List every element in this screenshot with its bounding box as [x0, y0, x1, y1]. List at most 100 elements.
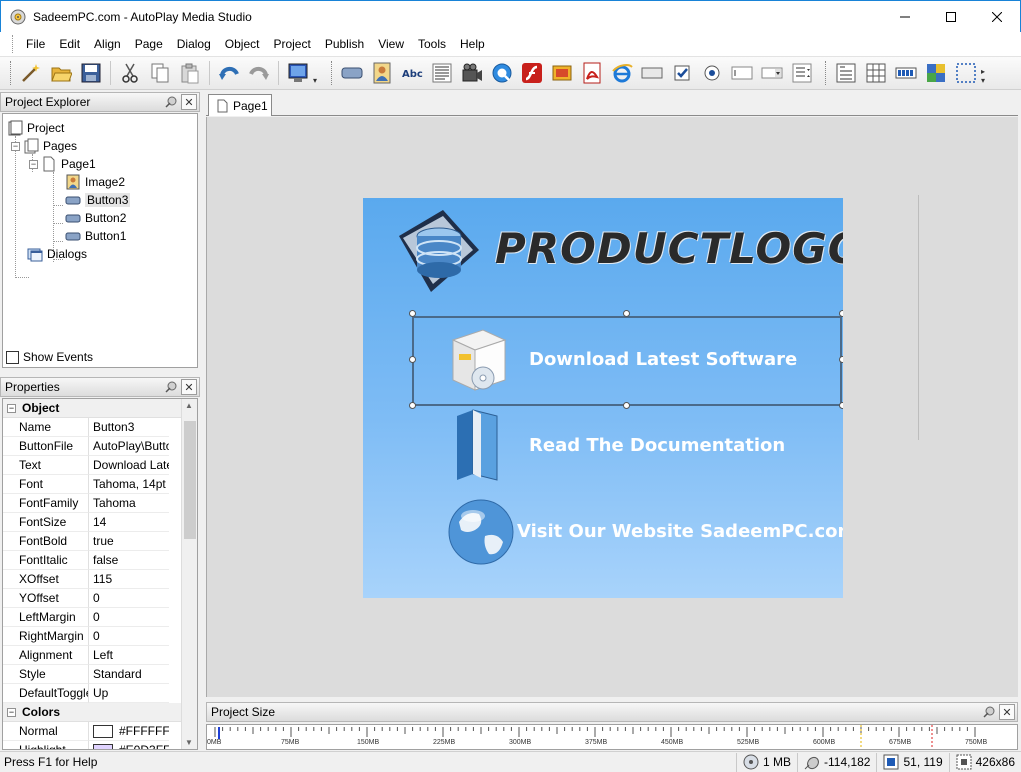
- button3-label[interactable]: Download Latest Software: [529, 349, 797, 370]
- scroll-up-icon[interactable]: ▲: [185, 401, 193, 410]
- menu-dialog[interactable]: Dialog: [170, 32, 218, 56]
- add-tree-object[interactable]: [787, 59, 817, 87]
- property-value[interactable]: 0: [89, 608, 169, 627]
- globe-icon[interactable]: [445, 496, 521, 570]
- add-table-object[interactable]: [861, 59, 891, 87]
- menu-help[interactable]: Help: [453, 32, 492, 56]
- add-color-object[interactable]: [921, 59, 951, 87]
- minimize-button[interactable]: [882, 1, 928, 32]
- toolbar-grip[interactable]: [331, 61, 334, 85]
- property-value[interactable]: Up: [89, 684, 169, 703]
- tree-node-image2[interactable]: Image2: [65, 173, 125, 191]
- save-button[interactable]: [76, 59, 106, 87]
- tree-node-dialogs[interactable]: Dialogs: [27, 245, 87, 263]
- menu-object[interactable]: Object: [218, 32, 267, 56]
- cut-button[interactable]: [115, 59, 145, 87]
- pin-icon[interactable]: [163, 379, 179, 395]
- page1-canvas[interactable]: PRODUCTLOGO Download Latest Software Rea…: [363, 198, 843, 598]
- preview-button[interactable]: [283, 59, 313, 87]
- collapse-toggle[interactable]: −: [11, 141, 20, 151]
- add-label-object[interactable]: Abc: [397, 59, 427, 87]
- tree-node-button3[interactable]: Button3: [65, 191, 131, 209]
- property-row[interactable]: Style Standard: [3, 665, 197, 684]
- property-value[interactable]: AutoPlay\Butto: [89, 437, 169, 456]
- add-flash-object[interactable]: [517, 59, 547, 87]
- property-value[interactable]: Standard: [89, 665, 169, 684]
- toolbar-grip[interactable]: [10, 61, 13, 85]
- tree-node-pages[interactable]: − Pages: [11, 137, 77, 155]
- menu-file[interactable]: File: [19, 32, 52, 56]
- property-value[interactable]: Download Late: [89, 456, 169, 475]
- property-row[interactable]: YOffset 0: [3, 589, 197, 608]
- menu-project[interactable]: Project: [266, 32, 317, 56]
- property-row[interactable]: Alignment Left: [3, 646, 197, 665]
- documentation-book-icon[interactable]: [451, 408, 507, 484]
- category-object[interactable]: − Object: [3, 399, 197, 418]
- tree-node-button1[interactable]: Button1: [65, 227, 126, 245]
- toolbar-overflow-arrow[interactable]: ▾: [313, 76, 323, 85]
- project-explorer-close-button[interactable]: ✕: [181, 94, 197, 110]
- property-value[interactable]: true: [89, 532, 169, 551]
- property-row[interactable]: ButtonFile AutoPlay\Butto: [3, 437, 197, 456]
- add-checkbox-object[interactable]: [667, 59, 697, 87]
- menu-align[interactable]: Align: [87, 32, 128, 56]
- properties-close-button[interactable]: ✕: [181, 379, 197, 395]
- property-row[interactable]: FontSize 14: [3, 513, 197, 532]
- pin-icon[interactable]: [981, 704, 997, 720]
- properties-scrollbar[interactable]: ▲ ▼: [181, 399, 197, 749]
- menu-page[interactable]: Page: [128, 32, 170, 56]
- resize-handle[interactable]: [839, 310, 843, 317]
- select-tool-button[interactable]: [951, 59, 981, 87]
- add-video-object[interactable]: [457, 59, 487, 87]
- menu-publish[interactable]: Publish: [318, 32, 371, 56]
- close-button[interactable]: [974, 1, 1020, 32]
- show-events-checkbox[interactable]: [6, 350, 19, 364]
- button2-label[interactable]: Read The Documentation: [529, 435, 785, 456]
- toolbar-overflow-arrow[interactable]: ▸ ▾: [981, 67, 991, 85]
- property-row[interactable]: Font Tahoma, 14pt: [3, 475, 197, 494]
- property-value[interactable]: #E0D3FF: [89, 741, 169, 749]
- resize-handle[interactable]: [409, 402, 416, 409]
- tree-node-button2[interactable]: Button2: [65, 209, 126, 227]
- property-value[interactable]: Left: [89, 646, 169, 665]
- property-value[interactable]: 115: [89, 570, 169, 589]
- property-value[interactable]: false: [89, 551, 169, 570]
- resize-handle[interactable]: [839, 402, 843, 409]
- property-value[interactable]: 0: [89, 627, 169, 646]
- property-value[interactable]: #FFFFFF: [89, 722, 169, 741]
- property-value[interactable]: Tahoma, 14pt: [89, 475, 169, 494]
- resize-handle[interactable]: [623, 310, 630, 317]
- property-row[interactable]: Normal #FFFFFF: [3, 722, 197, 741]
- menu-edit[interactable]: Edit: [52, 32, 87, 56]
- property-row[interactable]: FontItalic false: [3, 551, 197, 570]
- tree-node-project[interactable]: Project: [7, 119, 64, 137]
- property-row[interactable]: XOffset 115: [3, 570, 197, 589]
- software-box-icon[interactable]: [443, 320, 515, 398]
- property-row[interactable]: RightMargin 0: [3, 627, 197, 646]
- property-row[interactable]: FontFamily Tahoma: [3, 494, 197, 513]
- add-web-object[interactable]: [607, 59, 637, 87]
- property-value[interactable]: 14: [89, 513, 169, 532]
- database-logo-image[interactable]: [391, 206, 491, 296]
- add-quicktime-object[interactable]: [487, 59, 517, 87]
- toolbar-grip[interactable]: [825, 61, 828, 85]
- property-value[interactable]: Button3: [89, 418, 169, 437]
- new-project-wizard-button[interactable]: [16, 59, 46, 87]
- design-canvas[interactable]: PRODUCTLOGO Download Latest Software Rea…: [206, 117, 1018, 697]
- collapse-toggle[interactable]: −: [7, 707, 16, 717]
- menu-grip[interactable]: [12, 35, 15, 53]
- collapse-toggle[interactable]: −: [29, 159, 38, 169]
- resize-handle[interactable]: [839, 356, 843, 363]
- add-pdf-object[interactable]: [577, 59, 607, 87]
- resize-handle[interactable]: [623, 402, 630, 409]
- property-value[interactable]: 0: [89, 589, 169, 608]
- add-listbox-object[interactable]: [727, 59, 757, 87]
- add-input-object[interactable]: [637, 59, 667, 87]
- add-image-object[interactable]: [367, 59, 397, 87]
- copy-button[interactable]: [145, 59, 175, 87]
- property-row[interactable]: DefaultToggleStUp: [3, 684, 197, 703]
- undo-button[interactable]: [214, 59, 244, 87]
- add-progress-object[interactable]: [891, 59, 921, 87]
- category-colors[interactable]: − Colors: [3, 703, 197, 722]
- pin-icon[interactable]: [163, 94, 179, 110]
